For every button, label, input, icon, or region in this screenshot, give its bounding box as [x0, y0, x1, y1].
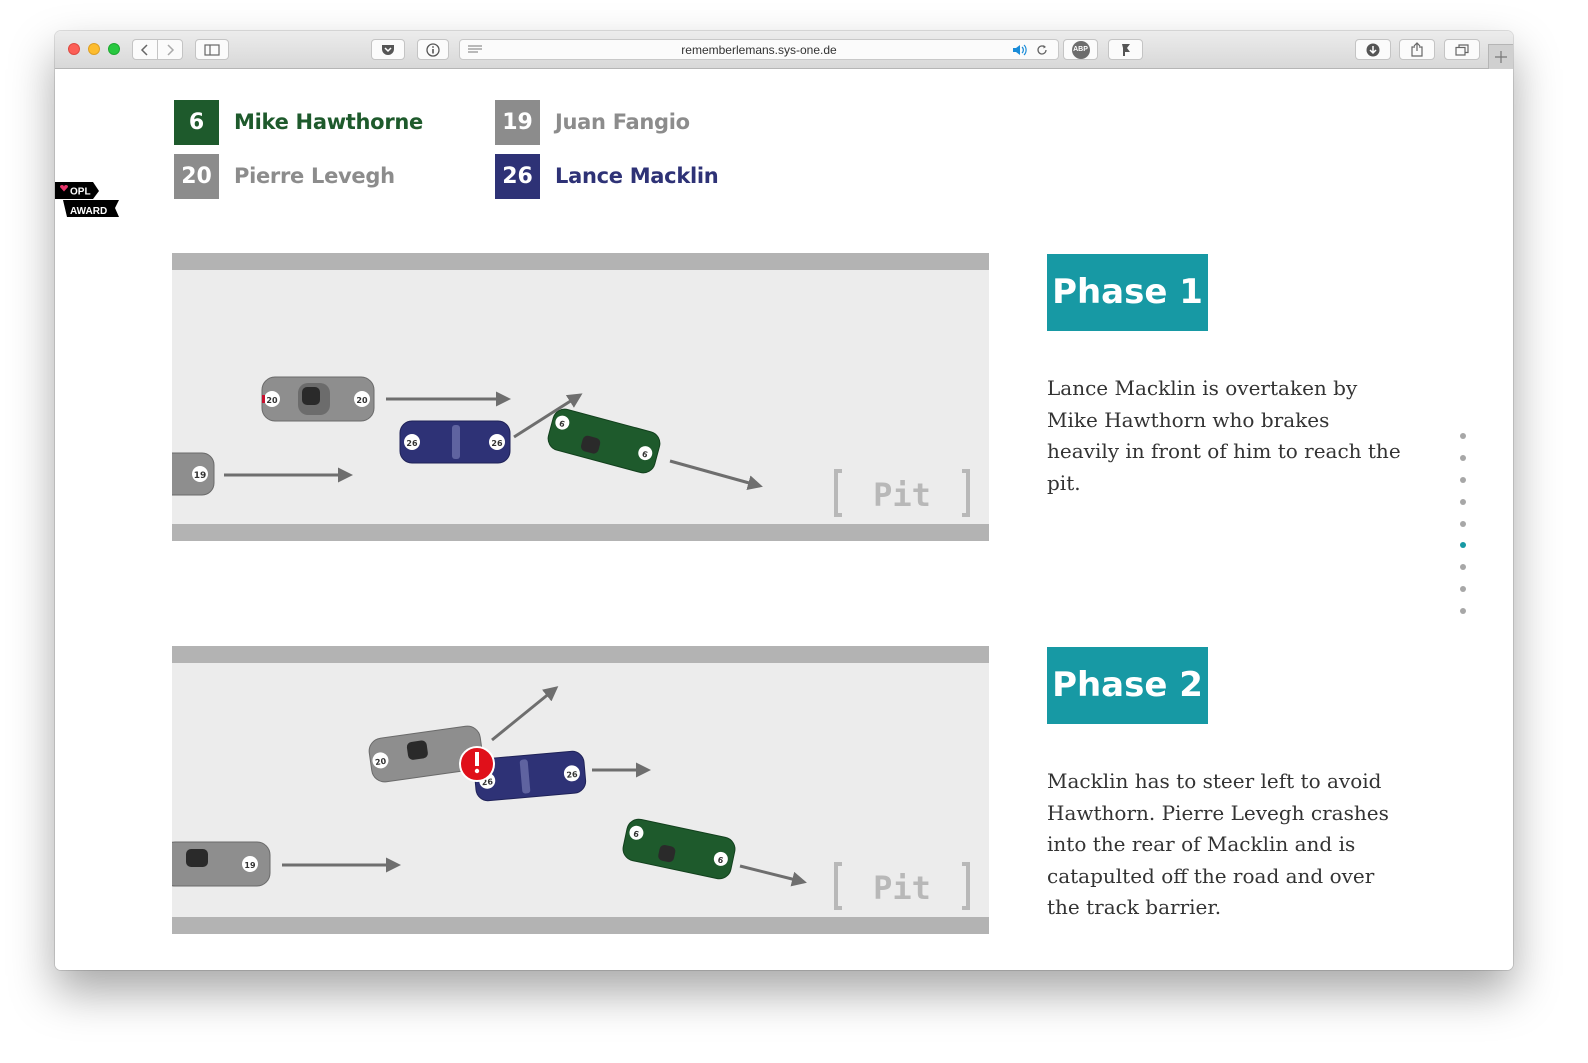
nav-dot[interactable] [1460, 477, 1466, 483]
info-button[interactable] [417, 39, 449, 60]
share-icon [1411, 42, 1423, 57]
car-number: 19 [194, 471, 207, 481]
motion-arrow [491, 686, 559, 742]
sidebar-button[interactable] [195, 39, 229, 60]
reload-icon[interactable] [1036, 44, 1048, 56]
car-number: 26 [491, 439, 503, 448]
phase1-title: Phase 1 [1047, 254, 1208, 331]
car-number-badge: 26 [495, 154, 540, 199]
adblock-button[interactable]: ABP [1063, 39, 1098, 60]
download-button[interactable] [1355, 39, 1391, 60]
car-6: 6 6 [547, 408, 661, 474]
driver-name: Pierre Levegh [234, 164, 395, 188]
nav-dot[interactable] [1460, 455, 1466, 461]
nav-dot[interactable] [1460, 564, 1466, 570]
adblock-icon: ABP [1071, 41, 1090, 59]
motion-arrow [669, 459, 763, 491]
car-number: 20 [356, 396, 368, 405]
car-number-badge: 20 [174, 154, 219, 199]
address-bar[interactable]: rememberlemans.sys-one.de [459, 39, 1059, 60]
car-20: 20 20 [261, 376, 375, 422]
phase1-illustration: 19 20 20 26 26 6 6 Pit [172, 253, 989, 541]
phase1-description: Lance Macklin is overtaken by Mike Hawth… [1047, 376, 1401, 495]
nav-dot[interactable] [1460, 521, 1466, 527]
pit-bracket-left [834, 862, 842, 910]
close-window-button[interactable] [68, 43, 80, 55]
nav-dot[interactable] [1460, 499, 1466, 505]
back-button[interactable] [132, 39, 158, 60]
url-text[interactable]: rememberlemans.sys-one.de [460, 40, 1058, 60]
pit-bracket-right [962, 862, 970, 910]
car-number: 26 [406, 439, 418, 448]
car-19: 19 [172, 841, 271, 887]
nav-dot[interactable] [1460, 433, 1466, 439]
audio-icon[interactable] [1012, 44, 1028, 56]
collision-warning-icon [459, 746, 495, 782]
browser-window: rememberlemans.sys-one.de ABP OPL AWARD … [55, 31, 1513, 970]
car-number-badge: 6 [174, 100, 219, 145]
phase2-title: Phase 2 [1047, 647, 1208, 724]
pit-bracket-left [834, 469, 842, 517]
car-number: 26 [566, 770, 578, 780]
opl-award-badge[interactable]: OPL AWARD [55, 175, 121, 219]
car-number: 20 [266, 396, 278, 405]
tabs-button[interactable] [1444, 39, 1480, 60]
driver-name: Mike Hawthorne [234, 110, 423, 134]
car-26: 26 26 [399, 420, 511, 464]
extension-button[interactable] [1108, 39, 1143, 60]
new-tab-button[interactable] [1488, 44, 1513, 69]
new-tab-icon [1495, 51, 1507, 63]
badge-line2: AWARD [70, 206, 107, 217]
sidebar-icon [204, 44, 220, 56]
car-19: 19 [172, 452, 215, 496]
download-icon [1366, 43, 1380, 57]
pocket-button[interactable] [371, 39, 405, 60]
info-icon [426, 43, 440, 57]
share-button[interactable] [1399, 39, 1435, 60]
back-icon [140, 44, 148, 56]
car-number: 20 [375, 757, 388, 768]
phase2-description: Macklin has to steer left to avoid Hawth… [1047, 769, 1389, 919]
tabs-icon [1455, 44, 1469, 56]
car-number-badge: 19 [495, 100, 540, 145]
pit-label: Pit [873, 869, 931, 907]
motion-arrow [739, 864, 807, 887]
car-number: 19 [244, 861, 256, 870]
pit-label: Pit [873, 476, 931, 514]
extension-icon [1121, 44, 1130, 56]
zoom-window-button[interactable] [108, 43, 120, 55]
minimize-window-button[interactable] [88, 43, 100, 55]
forward-icon [167, 44, 175, 56]
car-6: 6 6 [622, 818, 736, 880]
phase2-illustration: 19 20 26 26 6 6 Pit [172, 646, 989, 934]
driver-name: Juan Fangio [555, 110, 690, 134]
nav-dot[interactable] [1460, 586, 1466, 592]
pocket-icon [382, 45, 394, 55]
page-content: OPL AWARD 6 Mike Hawthorne 19 Juan Fangi… [55, 69, 1513, 970]
browser-toolbar: rememberlemans.sys-one.de ABP [55, 31, 1513, 69]
badge-line1: OPL [70, 187, 91, 198]
nav-dot[interactable] [1460, 608, 1466, 614]
forward-button[interactable] [157, 39, 183, 60]
driver-name: Lance Macklin [555, 164, 719, 188]
pit-bracket-right [962, 469, 970, 517]
nav-dot-active[interactable] [1460, 542, 1466, 548]
